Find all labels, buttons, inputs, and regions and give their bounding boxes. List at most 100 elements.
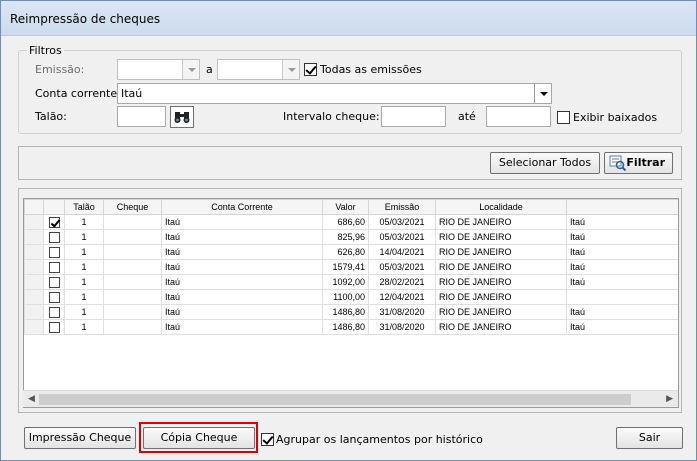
- empty-cell: [369, 350, 436, 365]
- cell-nominal: Itaú: [566, 229, 678, 245]
- talao-label: Talão:: [35, 110, 67, 123]
- cell-cheque: [103, 319, 162, 335]
- scroll-right-icon[interactable]: ▶: [666, 394, 673, 404]
- filter-button-label: Filtrar: [626, 156, 665, 169]
- empty-cell: [323, 335, 369, 350]
- todas-emissoes-checkbox[interactable]: [304, 63, 317, 76]
- column-header[interactable]: Emissão: [368, 199, 436, 215]
- column-header[interactable]: Valor: [322, 199, 369, 215]
- cell-talao: 1: [64, 304, 104, 320]
- intervalo-label: Intervalo cheque:: [283, 110, 380, 123]
- header-selector-cell: [24, 199, 44, 215]
- cell-nominal: Itaú: [566, 304, 678, 320]
- highlight-box: [139, 422, 258, 453]
- agrupar-checkbox[interactable]: [261, 433, 274, 446]
- search-button[interactable]: [170, 106, 194, 128]
- row-checkbox[interactable]: [48, 261, 60, 273]
- emissao-end-combo[interactable]: [217, 59, 300, 80]
- impressao-cheque-button[interactable]: Impressão Cheque: [24, 427, 136, 449]
- empty-cell: [65, 350, 104, 365]
- empty-cell: [567, 335, 679, 350]
- table-row[interactable]: 1 Itaú 1100,00 12/04/2021 RIO DE JANEIRO: [24, 289, 678, 305]
- row-checkbox[interactable]: [48, 246, 60, 258]
- cell-valor: 825,96: [322, 229, 369, 245]
- cell-valor: 686,60: [322, 214, 369, 230]
- scrollbar-thumb[interactable]: [39, 394, 631, 405]
- row-selector[interactable]: [24, 304, 44, 320]
- row-checkbox[interactable]: [48, 276, 60, 288]
- table-row[interactable]: 1 Itaú 626,80 14/04/2021 RIO DE JANEIRO Itaú: [24, 244, 678, 260]
- filter-icon: [609, 155, 627, 171]
- column-header[interactable]: Localidade: [435, 199, 567, 215]
- table-row[interactable]: 1 Itaú 825,96 05/03/2021 RIO DE JANEIRO Itaú: [24, 229, 678, 245]
- empty-cell: [567, 365, 679, 380]
- intervalo-end-input[interactable]: [486, 106, 551, 127]
- row-checkbox[interactable]: [48, 321, 60, 333]
- intervalo-start-input[interactable]: [381, 106, 446, 127]
- cell-nominal: Itaú: [566, 244, 678, 260]
- cell-conta: Itaú: [161, 229, 323, 245]
- table-row[interactable]: 1 Itaú 1486,80 31/08/2020 RIO DE JANEIRO Itaú: [24, 319, 678, 335]
- row-selector[interactable]: [24, 244, 44, 260]
- chevron-down-icon[interactable]: [182, 60, 199, 79]
- empty-cell: [567, 350, 679, 365]
- row-selector[interactable]: [24, 274, 44, 290]
- cell-localidade: RIO DE JANEIRO: [435, 304, 567, 320]
- row-checkbox-cell: [43, 214, 65, 230]
- row-checkbox[interactable]: [48, 216, 60, 228]
- cell-talao: 1: [64, 319, 104, 335]
- chevron-down-icon[interactable]: [282, 60, 299, 79]
- filter-button[interactable]: Filtrar: [604, 152, 673, 174]
- row-checkbox[interactable]: [48, 231, 60, 243]
- column-header[interactable]: Talão: [64, 199, 104, 215]
- todas-emissoes-label: Todas as emissões: [320, 63, 422, 76]
- horizontal-scrollbar[interactable]: ◀ ▶: [23, 390, 678, 407]
- row-checkbox-cell: [43, 244, 65, 260]
- exibir-baixados-checkbox[interactable]: [557, 111, 570, 124]
- cell-cheque: [103, 259, 162, 275]
- row-selector[interactable]: [24, 319, 44, 335]
- empty-cell: [369, 365, 436, 380]
- cell-emissao: 05/03/2021: [368, 259, 436, 275]
- filters-legend: Filtros: [27, 44, 64, 57]
- cell-valor: 1486,80: [322, 319, 369, 335]
- table-row[interactable]: 1 Itaú 686,60 05/03/2021 RIO DE JANEIRO Itaú: [24, 214, 678, 230]
- row-selector[interactable]: [24, 214, 44, 230]
- cell-localidade: RIO DE JANEIRO: [435, 244, 567, 260]
- cell-talao: 1: [64, 274, 104, 290]
- chevron-down-icon[interactable]: [534, 84, 551, 103]
- empty-cell: [104, 350, 162, 365]
- conta-corrente-combo[interactable]: Itaú: [117, 83, 552, 104]
- empty-cell: [104, 335, 162, 350]
- window-title: Reimpressão de cheques: [10, 12, 161, 26]
- row-checkbox[interactable]: [48, 306, 60, 318]
- table-row[interactable]: 1 Itaú 1579,41 05/03/2021 RIO DE JANEIRO Itaú: [24, 259, 678, 275]
- empty-row: [25, 350, 679, 365]
- cell-valor: 1100,00: [322, 289, 369, 305]
- column-header[interactable]: Nominal: [566, 199, 678, 215]
- table-row[interactable]: 1 Itaú 1092,00 28/02/2021 RIO DE JANEIRO Itaú: [24, 274, 678, 290]
- column-header[interactable]: Cheque: [103, 199, 162, 215]
- row-selector[interactable]: [24, 289, 44, 305]
- row-selector[interactable]: [24, 229, 44, 245]
- table-header-row: Talão Cheque Conta Corrente Valor Emissã…: [24, 199, 678, 215]
- cell-valor: 1092,00: [322, 274, 369, 290]
- row-selector[interactable]: [24, 259, 44, 275]
- select-all-button[interactable]: Selecionar Todos: [490, 152, 600, 174]
- sair-button[interactable]: Sair: [616, 427, 683, 449]
- table-row[interactable]: 1 Itaú 1486,80 31/08/2020 RIO DE JANEIRO Itaú: [24, 304, 678, 320]
- emissao-start-combo[interactable]: [117, 59, 200, 80]
- cell-cheque: [103, 214, 162, 230]
- row-checkbox-cell: [43, 274, 65, 290]
- cell-conta: Itaú: [161, 319, 323, 335]
- empty-cell: [104, 365, 162, 380]
- cell-conta: Itaú: [161, 274, 323, 290]
- column-header[interactable]: Conta Corrente: [161, 199, 323, 215]
- cell-cheque: [103, 244, 162, 260]
- cell-emissao: 28/02/2021: [368, 274, 436, 290]
- empty-cell: [44, 365, 65, 380]
- row-checkbox[interactable]: [48, 291, 60, 303]
- scroll-left-icon[interactable]: ◀: [28, 394, 35, 404]
- cell-nominal: [566, 289, 678, 305]
- talao-input[interactable]: [117, 106, 166, 127]
